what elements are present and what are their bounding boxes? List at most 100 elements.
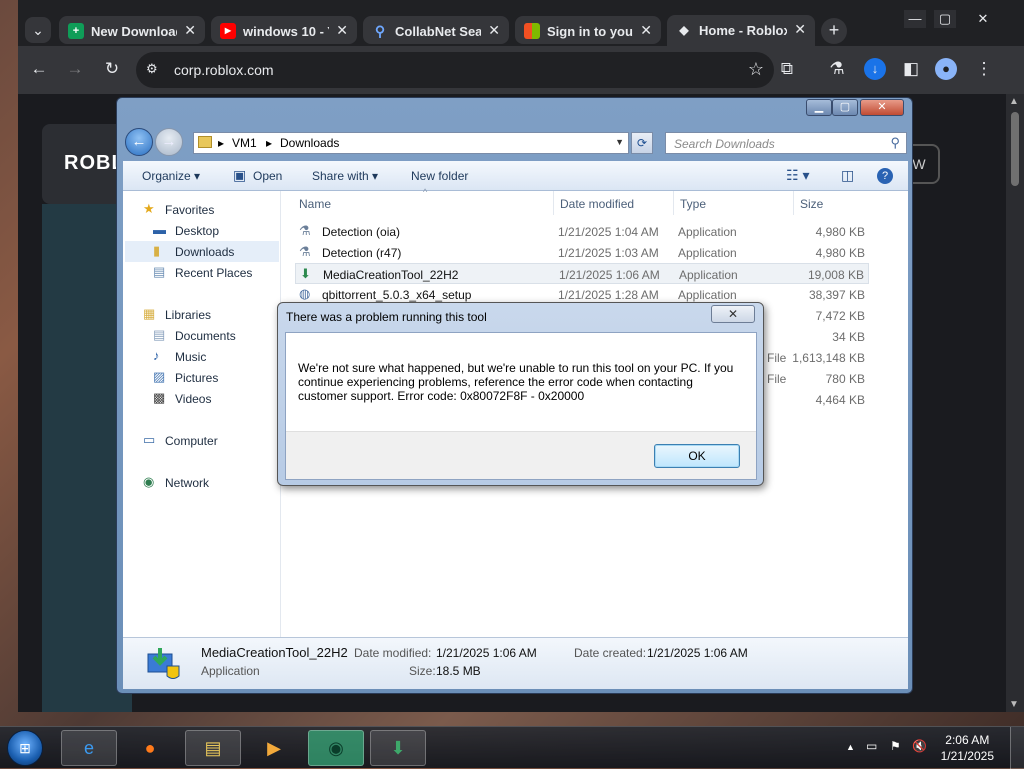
error-dialog: There was a problem running this tool ✕ … [277,302,764,486]
tab-title: Sign in to your [547,24,633,39]
show-desktop-button[interactable] [1010,727,1024,769]
scroll-down-icon[interactable]: ▼ [1009,699,1019,710]
media-creation-tool-taskbar-icon[interactable]: ⬇ [370,730,426,766]
volume-muted-icon[interactable]: 🔇 [912,739,927,753]
column-date-modified[interactable]: Date modified [560,197,634,211]
clock[interactable]: 2:06 AM 1/21/2025 [941,732,994,764]
new-folder-button[interactable]: New folder [411,169,468,183]
nav-pictures[interactable]: Pictures [175,371,218,385]
active-app-icon[interactable]: ◉ [308,730,364,766]
bookmark-star-icon[interactable]: ☆ [748,59,764,80]
nav-libraries[interactable]: Libraries [165,308,211,322]
file-type: Application [678,288,737,302]
menu-kebab-icon[interactable]: ⋮ [973,60,995,78]
internet-explorer-icon[interactable]: e [61,730,117,766]
page-scrollbar[interactable]: ▲ ▼ [1006,94,1024,712]
file-explorer-icon[interactable]: ▤ [185,730,241,766]
explorer-close-button[interactable]: ✕ [860,99,904,116]
tab-microsoft-signin[interactable]: Sign in to your ✕ [515,15,661,47]
close-icon[interactable]: ✕ [794,21,806,38]
nav-downloads[interactable]: Downloads [175,245,234,259]
explorer-address-bar[interactable]: ▸ VM1 ▸ Downloads ▼ [193,132,629,154]
column-divider[interactable] [793,191,794,215]
column-type[interactable]: Type [680,197,706,211]
close-icon[interactable]: ✕ [640,22,652,39]
column-size[interactable]: Size [800,197,823,211]
file-row[interactable]: ⚗ Detection (r47) 1/21/2025 1:03 AM Appl… [295,242,869,263]
network-tray-icon[interactable]: ▭ [866,739,877,753]
show-hidden-icons[interactable]: ▲ [846,742,855,752]
back-button[interactable]: ← [125,128,153,156]
minimize-button[interactable]: — [904,10,926,28]
nav-music[interactable]: Music [175,350,206,364]
column-divider[interactable] [673,191,674,215]
scrollbar-thumb[interactable] [1011,112,1019,186]
extensions-icon[interactable]: ⧉ [776,60,798,78]
explorer-nav-bar: ← → ▸ VM1 ▸ Downloads ▼ ⟳ Search Downloa… [123,128,908,158]
dialog-close-button[interactable]: ✕ [711,305,755,323]
close-window-button[interactable]: ✕ [968,10,998,28]
reload-icon[interactable]: ↻ [101,60,123,78]
media-player-icon[interactable]: ▶ [246,730,302,766]
nav-favorites[interactable]: Favorites [165,203,214,217]
refresh-button[interactable]: ⟳ [631,132,653,154]
share-with-label: Share with [312,169,369,183]
search-icon[interactable]: ⚲ [890,135,900,151]
side-panel-icon[interactable]: ◧ [900,60,922,78]
firefox-icon[interactable]: ● [122,730,178,766]
chevron-right-icon[interactable]: ▸ [218,136,224,150]
download-icon[interactable]: ↓ [864,58,886,80]
nav-videos[interactable]: Videos [175,392,211,406]
tab-youtube[interactable]: ▶ windows 10 - Y ✕ [211,15,357,47]
column-divider[interactable] [553,191,554,215]
file-row-selected[interactable]: ⬇ MediaCreationTool_22H2 1/21/2025 1:06 … [295,263,869,284]
app-icon: ⚗ [299,223,311,238]
labs-flask-icon[interactable]: ⚗ [826,60,848,78]
ok-button[interactable]: OK [654,444,740,468]
details-modified-label: Date modified: [354,646,432,660]
preview-pane-icon[interactable]: ◫ [841,167,854,184]
close-icon[interactable]: ✕ [336,22,348,39]
site-info-icon[interactable]: ⚙ [146,61,158,77]
search-downloads-input[interactable]: Search Downloads ⚲ [665,132,907,154]
file-row[interactable]: ⚗ Detection (oia) 1/21/2025 1:04 AM Appl… [295,221,869,242]
nav-documents[interactable]: Documents [175,329,236,343]
tab-search-button[interactable]: ⌄ [25,17,51,43]
breadcrumb-downloads[interactable]: Downloads [280,136,339,150]
tab-new-download[interactable]: + New Download ✕ [59,15,205,47]
column-name[interactable]: Name [299,197,331,211]
scroll-up-icon[interactable]: ▲ [1009,96,1019,107]
tab-title: New Download [91,24,177,39]
address-bar[interactable]: ⚙ corp.roblox.com ☆ [136,52,774,88]
nav-desktop[interactable]: Desktop [175,224,219,238]
close-icon[interactable]: ✕ [184,22,196,39]
action-center-flag-icon[interactable]: ⚑ [890,739,901,753]
tab-roblox-home[interactable]: ◆ Home - Roblox ✕ [667,15,815,47]
tab-collabnet[interactable]: ⚲ CollabNet Sear ✕ [363,15,509,47]
file-size: 1,613,148 KB [792,351,865,365]
nav-recent-places[interactable]: Recent Places [175,266,252,280]
nav-computer[interactable]: Computer [165,434,218,448]
chevron-right-icon[interactable]: ▸ [266,136,272,150]
forward-button[interactable]: → [155,128,183,156]
file-type: Application [678,246,737,260]
organize-button[interactable]: Organize ▾ [142,169,200,183]
close-icon[interactable]: ✕ [488,22,500,39]
explorer-maximize-button[interactable]: ▢ [832,99,858,116]
start-button[interactable]: ⊞ [7,730,43,766]
address-dropdown-icon[interactable]: ▼ [615,137,624,147]
maximize-button[interactable]: ▢ [934,10,956,28]
new-tab-button[interactable]: + [821,18,847,44]
breadcrumb-vm1[interactable]: VM1 [232,136,257,150]
view-options-icon[interactable]: ☷ ▾ [786,167,809,184]
media-creation-tool-icon: ⬇ [300,266,311,281]
forward-icon[interactable]: → [64,60,86,78]
open-button[interactable]: Open [253,169,282,183]
nav-network[interactable]: Network [165,476,209,490]
help-icon[interactable]: ? [877,168,893,184]
back-icon[interactable]: ← [28,60,50,78]
desktop-icon: ▬ [153,222,166,237]
explorer-minimize-button[interactable]: ▁ [806,99,832,116]
profile-avatar-icon[interactable]: ● [935,58,957,80]
share-with-button[interactable]: Share with ▾ [312,169,378,183]
